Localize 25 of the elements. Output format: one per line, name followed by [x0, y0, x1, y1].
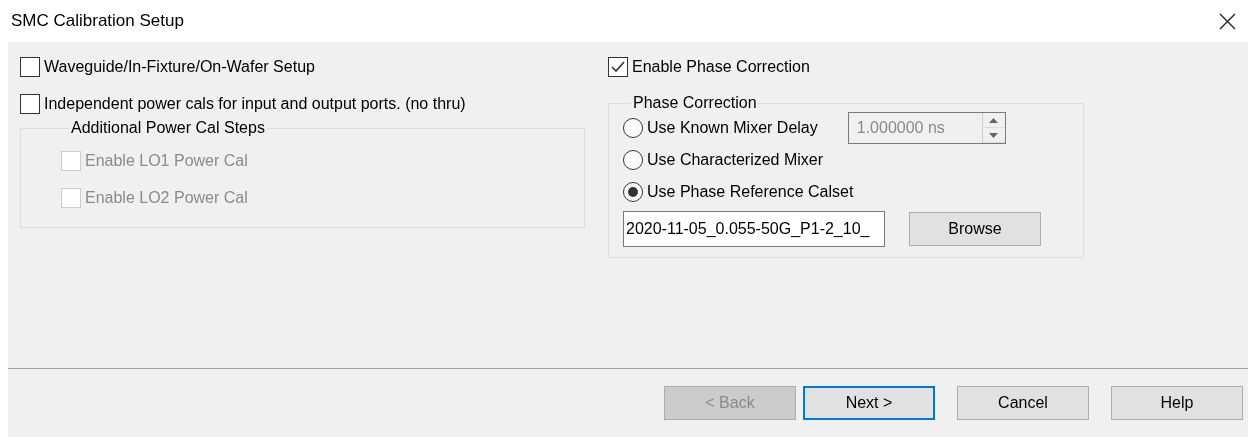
- checkbox[interactable]: [20, 94, 40, 114]
- down-arrow-icon[interactable]: [989, 132, 999, 138]
- checkbox-label: Independent power cals for input and output ports. (no thru): [44, 95, 466, 113]
- checkbox-label: Enable LO1 Power Cal: [85, 152, 248, 170]
- checkbox-label: Enable LO2 Power Cal: [85, 189, 248, 207]
- up-arrow-icon[interactable]: [989, 117, 999, 123]
- radio-label: Use Known Mixer Delay: [647, 119, 818, 137]
- checkbox-label: Enable Phase Correction: [632, 58, 810, 76]
- radio-label: Use Characterized Mixer: [647, 151, 824, 169]
- dialog-button[interactable]: Next >: [803, 386, 935, 420]
- group-title: Additional Power Cal Steps: [70, 119, 266, 137]
- dialog-button[interactable]: Cancel: [957, 386, 1089, 420]
- checkbox[interactable]: [608, 57, 628, 77]
- window-title: SMC Calibration Setup: [11, 11, 184, 31]
- radio-button[interactable]: [623, 150, 643, 170]
- browse-button[interactable]: Browse: [909, 212, 1041, 246]
- radio-button[interactable]: [623, 182, 643, 202]
- close-icon[interactable]: [1219, 12, 1236, 30]
- calset-field[interactable]: 2020-11-05_0.055-50G_P1-2_10_: [623, 211, 885, 247]
- radio-button[interactable]: [623, 118, 643, 138]
- group-title: Phase Correction: [632, 94, 758, 112]
- checkbox-label: Waveguide/In-Fixture/On-Wafer Setup: [44, 58, 315, 76]
- radio-label: Use Phase Reference Calset: [647, 183, 854, 201]
- checkbox[interactable]: [20, 57, 40, 77]
- dialog-button[interactable]: Help: [1111, 386, 1243, 420]
